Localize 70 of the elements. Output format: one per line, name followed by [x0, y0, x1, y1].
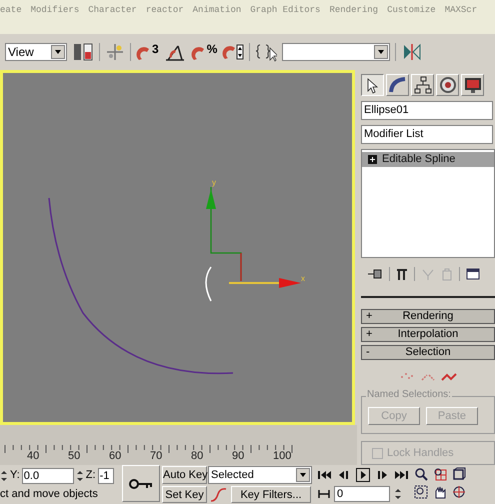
rollout-header[interactable]: + Interpolation — [361, 327, 495, 342]
tick-label: 100 — [273, 451, 292, 462]
configure-sets-icon[interactable] — [466, 267, 480, 282]
set-key-button[interactable] — [122, 465, 160, 502]
axis-label: Z: — [86, 468, 96, 484]
modifier-stack[interactable]: Editable Spline — [361, 149, 495, 258]
region-zoom-icon[interactable] — [414, 485, 428, 499]
snap-label: % — [206, 43, 218, 55]
zoom-icon[interactable] — [414, 467, 428, 481]
tab-icon — [388, 75, 408, 95]
tab-icon — [462, 75, 482, 95]
stack-item[interactable]: Editable Spline — [362, 152, 494, 167]
axis-label: Y: — [10, 468, 20, 484]
spinner-icon[interactable] — [394, 487, 402, 501]
tab-icon — [438, 75, 458, 95]
time-ruler[interactable]: 40 50 60 70 80 90 100 — [0, 425, 357, 465]
named-selection-dropdown[interactable] — [282, 43, 390, 61]
previous-frame-icon[interactable] — [337, 470, 351, 480]
go-to-start-icon[interactable] — [318, 470, 332, 480]
set-key-text-button[interactable]: Set Key — [162, 486, 207, 503]
spline-level-icon[interactable] — [441, 371, 457, 384]
frame-field[interactable]: 0 — [334, 486, 390, 502]
play-icon[interactable] — [356, 468, 370, 482]
show-end-result-icon[interactable] — [396, 267, 408, 282]
zoom-all-icon[interactable] — [433, 467, 447, 481]
edit-named-selections-icon[interactable] — [255, 42, 278, 62]
go-to-end-icon[interactable] — [394, 470, 408, 480]
spinner-icon[interactable] — [0, 468, 8, 482]
modify-tab[interactable] — [386, 74, 409, 96]
key-mode-icon[interactable] — [318, 489, 330, 499]
auto-key-button[interactable]: Auto Key — [162, 466, 207, 484]
y-coordinate-field[interactable]: 0.0 — [22, 468, 74, 484]
snap-label: 3 — [152, 43, 159, 55]
expand-icon[interactable] — [368, 155, 377, 164]
pivot-icon[interactable] — [105, 42, 125, 62]
tick-label: 90 — [232, 451, 244, 462]
create-tab[interactable] — [361, 74, 384, 96]
tab-icon — [412, 75, 432, 95]
modifier-list-dropdown[interactable]: Modifier List — [361, 125, 493, 144]
orbit-icon[interactable] — [452, 485, 466, 499]
tick-label: 70 — [150, 451, 162, 462]
group-title: Named Selections: — [366, 390, 452, 400]
pin-stack-icon[interactable] — [367, 267, 383, 282]
axis-label: x — [301, 275, 305, 283]
object-name-field[interactable]: Ellipse01 — [361, 101, 493, 120]
z-coordinate-field[interactable]: -1 — [98, 468, 114, 484]
view-dropdown[interactable]: View — [5, 43, 67, 61]
tick-label: 60 — [109, 451, 122, 462]
motion-tab[interactable] — [436, 74, 459, 96]
checkbox-label: Lock Handles — [387, 446, 454, 461]
rollout-header[interactable]: + Rendering — [361, 309, 495, 324]
caret-icon — [296, 468, 310, 482]
hierarchy-tab[interactable] — [411, 74, 434, 96]
caret-icon — [51, 45, 65, 59]
mirror-icon[interactable] — [401, 42, 424, 62]
caret-icon — [374, 45, 388, 59]
prompt-text: ct and move objects — [0, 487, 99, 501]
tick-label: 80 — [191, 451, 204, 462]
rollout-header[interactable]: - Selection — [361, 345, 495, 360]
tick-label: 40 — [27, 451, 40, 462]
zoom-extents-icon[interactable] — [452, 467, 466, 481]
axis-label: y — [212, 179, 216, 187]
next-frame-icon[interactable] — [375, 470, 389, 480]
key-mode-dropdown[interactable]: Selected — [208, 466, 312, 484]
layer-manager-icon[interactable] — [72, 42, 94, 62]
spinner-snap-icon[interactable] — [222, 42, 244, 62]
key-filters-button[interactable]: Key Filters... — [231, 486, 311, 503]
display-tab[interactable] — [461, 74, 484, 96]
tick-label: 50 — [68, 451, 80, 462]
key-icon — [129, 478, 153, 490]
